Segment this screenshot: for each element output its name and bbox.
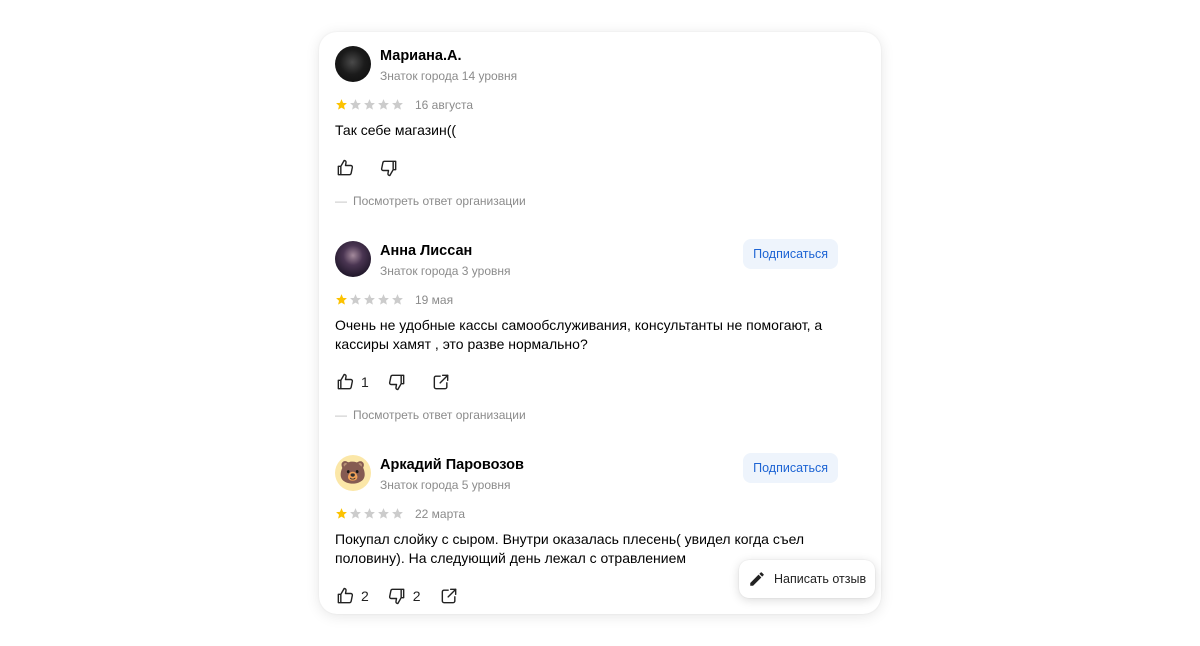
view-org-reply-link[interactable]: — Посмотреть ответ организации — [335, 408, 865, 422]
review-meta: 16 августа — [335, 96, 865, 116]
star-empty-icon — [378, 99, 389, 110]
star-empty-icon — [392, 508, 403, 519]
rating-stars — [335, 507, 404, 520]
rating-stars — [335, 293, 404, 306]
dislike-button[interactable] — [379, 158, 405, 178]
thumb-down-icon — [388, 588, 405, 605]
reply-link-label: Посмотреть ответ организации — [353, 408, 526, 422]
author-level: Знаток города 3 уровня — [380, 264, 511, 278]
avatar[interactable] — [335, 241, 371, 277]
review-date: 16 августа — [415, 98, 474, 112]
share-icon — [441, 588, 456, 604]
author-name[interactable]: Мариана.А. — [380, 48, 462, 64]
reply-link-label: Посмотреть ответ организации — [353, 194, 526, 208]
reply-dash: — — [335, 408, 347, 422]
review-date: 19 мая — [415, 293, 454, 307]
review-item: Анна Лиссан Знаток города 3 уровня Подпи… — [335, 239, 865, 422]
review-text: Так себе магазин(( — [335, 122, 457, 138]
like-button[interactable] — [335, 158, 361, 178]
subscribe-button[interactable]: Подписаться — [743, 239, 838, 269]
dislike-button[interactable] — [387, 372, 413, 392]
thumb-down-icon — [388, 374, 405, 391]
review-date: 22 марта — [415, 507, 466, 521]
subscribe-button[interactable]: Подписаться — [743, 453, 838, 483]
star-empty-icon — [378, 294, 389, 305]
author-level: Знаток города 14 уровня — [380, 69, 518, 83]
avatar[interactable] — [335, 46, 371, 82]
review-header: Мариана.А. Знаток города 14 уровня — [335, 45, 865, 85]
star-empty-icon — [364, 294, 375, 305]
review-item: Мариана.А. Знаток города 14 уровня 16 ав… — [335, 45, 865, 208]
star-empty-icon — [378, 508, 389, 519]
avatar[interactable]: 🐻 — [335, 455, 371, 491]
thumb-up-icon — [337, 587, 354, 604]
star-empty-icon — [392, 294, 403, 305]
star-empty-icon — [350, 508, 361, 519]
like-count: 2 — [361, 588, 369, 604]
thumb-down-icon — [380, 160, 397, 177]
star-filled-icon — [336, 294, 347, 305]
star-empty-icon — [364, 99, 375, 110]
reviews-card: Мариана.А. Знаток города 14 уровня 16 ав… — [319, 32, 881, 614]
like-button[interactable]: 1 — [335, 372, 369, 392]
star-empty-icon — [350, 294, 361, 305]
review-header: Анна Лиссан Знаток города 3 уровня Подпи… — [335, 239, 865, 280]
author-name[interactable]: Анна Лиссан — [380, 243, 472, 259]
review-header: 🐻 Аркадий Паровозов Знаток города 5 уров… — [335, 453, 865, 494]
thumb-up-icon — [337, 373, 354, 390]
review-actions — [335, 154, 865, 182]
dislike-button[interactable]: 2 — [387, 586, 421, 606]
dislike-count: 2 — [412, 588, 421, 604]
like-count: 1 — [361, 374, 369, 390]
star-empty-icon — [364, 508, 375, 519]
star-empty-icon — [350, 99, 361, 110]
reply-dash: — — [335, 194, 347, 208]
view-org-reply-link[interactable]: — Посмотреть ответ организации — [335, 194, 865, 208]
review-meta: 19 мая — [335, 291, 865, 311]
thumb-up-icon — [337, 159, 354, 176]
share-icon — [433, 374, 449, 390]
star-empty-icon — [392, 99, 403, 110]
share-button[interactable] — [431, 372, 451, 392]
like-button[interactable]: 2 — [335, 586, 369, 606]
star-filled-icon — [336, 99, 347, 110]
author-name[interactable]: Аркадий Паровозов — [380, 457, 524, 473]
share-button[interactable] — [439, 586, 459, 606]
bear-emoji-avatar: 🐻 — [339, 460, 367, 485]
star-filled-icon — [336, 508, 347, 519]
review-actions: 1 — [335, 368, 865, 396]
rating-stars — [335, 98, 404, 111]
write-review-label: Написать отзыв — [774, 572, 867, 586]
author-level: Знаток города 5 уровня — [380, 478, 511, 492]
review-meta: 22 марта — [335, 505, 865, 525]
write-review-button[interactable]: Написать отзыв — [739, 560, 875, 598]
pencil-icon — [750, 572, 764, 586]
review-text: Очень не удобные кассы самообслуживания,… — [335, 317, 823, 352]
